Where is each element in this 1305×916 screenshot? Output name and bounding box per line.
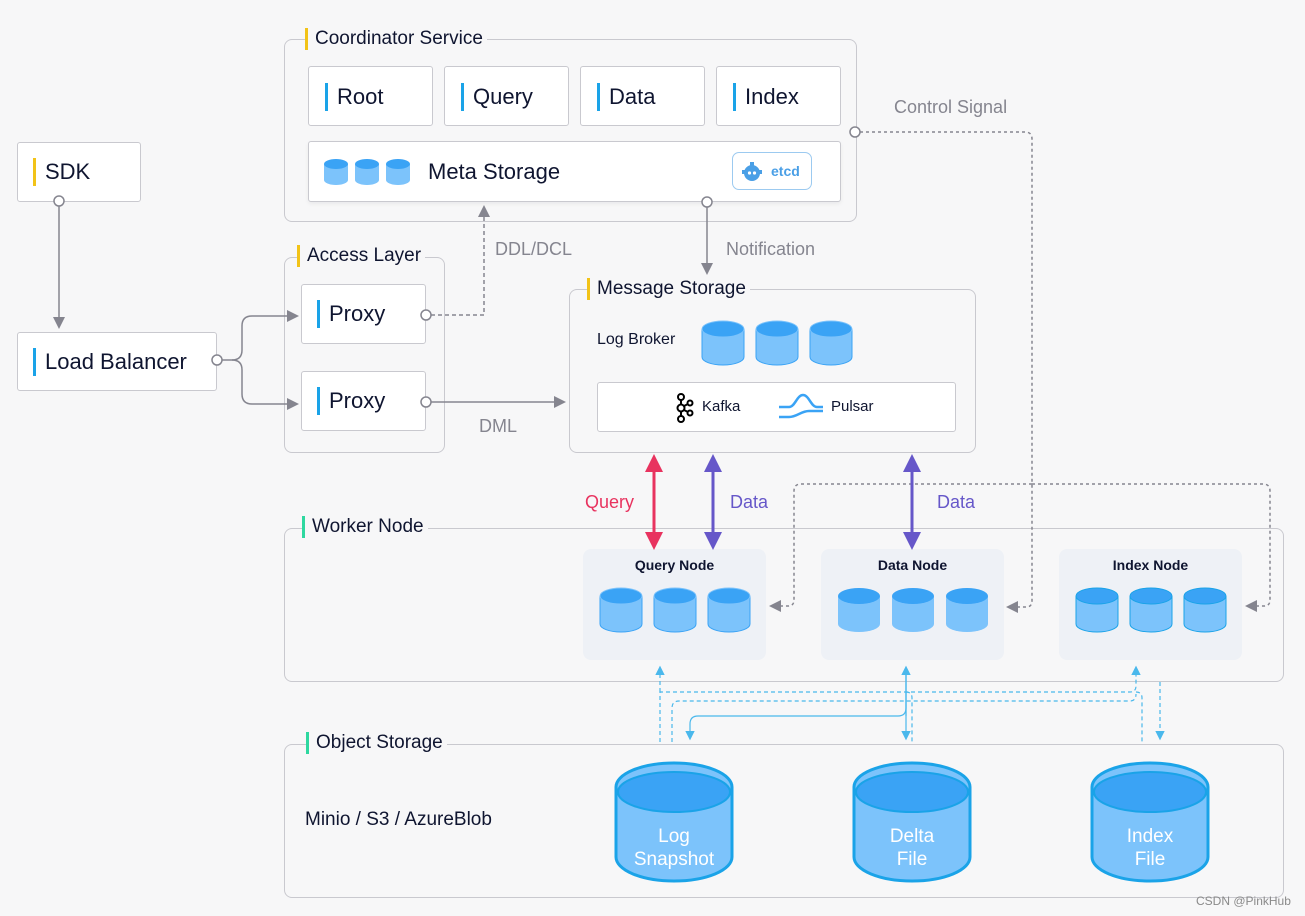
data-node-title: Data Node	[877, 557, 948, 573]
etcd-icon	[742, 162, 762, 181]
log-broker-label: Log Broker	[597, 331, 676, 348]
log-broker-cylinders-icon	[701, 320, 853, 366]
coordinator-query[interactable]: Query	[444, 66, 569, 126]
pulsar-icon	[779, 393, 823, 419]
delta-file-line2: File	[896, 849, 928, 870]
data-node[interactable]: Data Node	[821, 549, 1004, 660]
object-storage-title: Object Storage	[306, 732, 447, 754]
query-node-cylinders-icon	[599, 587, 751, 633]
sdk-label: SDK	[33, 158, 90, 186]
meta-storage-cylinders-icon	[324, 159, 410, 185]
etcd-badge: etcd	[732, 152, 812, 190]
log-snapshot-line2: Snapshot	[633, 849, 715, 870]
index-file-line1: Index	[1126, 826, 1174, 847]
dml-label: DML	[479, 416, 518, 436]
coordinator-index-label: Index	[733, 83, 799, 111]
query-node[interactable]: Query Node	[583, 549, 766, 660]
ddl-dcl-label: DDL/DCL	[495, 239, 573, 259]
index-node[interactable]: Index Node	[1059, 549, 1242, 660]
delta-file-line1: Delta	[889, 826, 935, 847]
watermark: CSDN @PinkHub	[1196, 894, 1291, 908]
log-snapshot-label: Log Snapshot	[614, 825, 734, 871]
proxy-box-2[interactable]: Proxy	[301, 371, 426, 431]
coordinator-index[interactable]: Index	[716, 66, 841, 126]
coordinator-data-label: Data	[597, 83, 655, 111]
kafka-icon	[676, 393, 694, 423]
proxy-box-1[interactable]: Proxy	[301, 284, 426, 344]
index-node-cylinders-icon	[1075, 587, 1227, 633]
meta-storage[interactable]: Meta Storage etcd	[308, 141, 841, 202]
broker-backends: Kafka Pulsar	[597, 382, 956, 432]
sdk-box[interactable]: SDK	[17, 142, 141, 202]
object-storage-providers: Minio / S3 / AzureBlob	[305, 809, 492, 830]
kafka-label: Kafka	[702, 398, 741, 415]
delta-file-label: Delta File	[852, 825, 972, 871]
coordinator-data[interactable]: Data	[580, 66, 705, 126]
index-node-title: Index Node	[1112, 557, 1189, 573]
query-node-title: Query Node	[634, 557, 715, 573]
log-snapshot-line1: Log	[658, 826, 690, 847]
control-signal-label: Control Signal	[894, 97, 1008, 117]
notification-label: Notification	[726, 239, 816, 259]
data-edge-label-right: Data	[937, 492, 976, 512]
delta-file-store[interactable]: Delta File	[852, 757, 972, 885]
index-file-store[interactable]: Index File	[1090, 757, 1210, 885]
message-storage-title: Message Storage	[587, 278, 750, 300]
proxy-label-2: Proxy	[317, 387, 385, 415]
coordinator-service-title: Coordinator Service	[305, 28, 487, 50]
load-balancer-label: Load Balancer	[33, 348, 187, 376]
load-balancer-box[interactable]: Load Balancer	[17, 332, 217, 391]
sdk-to-lb-edge	[53, 195, 65, 329]
etcd-badge-label: etcd	[771, 163, 800, 179]
log-snapshot-store[interactable]: Log Snapshot	[614, 757, 734, 885]
index-file-label: Index File	[1090, 825, 1210, 871]
pulsar-label: Pulsar	[831, 398, 874, 415]
data-node-cylinders-icon	[838, 588, 988, 632]
coordinator-root[interactable]: Root	[308, 66, 433, 126]
worker-node-title: Worker Node	[302, 516, 428, 538]
proxy-label-1: Proxy	[317, 300, 385, 328]
data-edge-label-left: Data	[730, 492, 769, 512]
coordinator-root-label: Root	[325, 83, 383, 111]
coordinator-query-label: Query	[461, 83, 533, 111]
access-layer-title: Access Layer	[297, 245, 426, 267]
index-file-line2: File	[1134, 849, 1166, 870]
query-edge-label: Query	[585, 492, 635, 512]
meta-storage-label: Meta Storage	[428, 159, 561, 184]
